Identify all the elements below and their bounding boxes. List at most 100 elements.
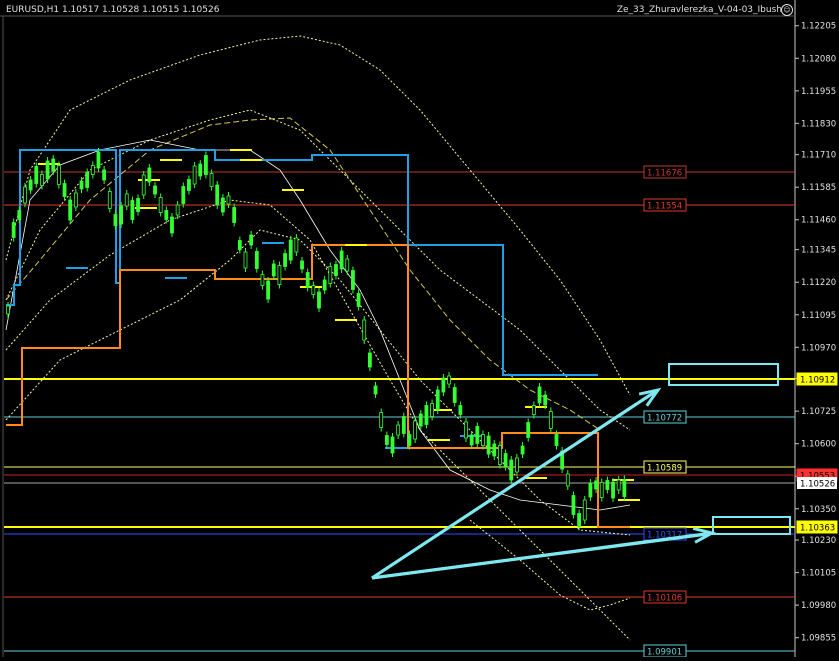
candle-body bbox=[328, 266, 333, 284]
candle-body bbox=[486, 435, 491, 455]
candle-body bbox=[181, 186, 186, 204]
level-label: 1.10912 bbox=[796, 372, 838, 386]
candle-body bbox=[283, 253, 287, 267]
level-label: 1.09901 bbox=[643, 644, 687, 658]
candle-body bbox=[588, 482, 593, 498]
target-box-lower bbox=[712, 516, 791, 535]
level-label-text: 1.10772 bbox=[647, 414, 682, 424]
candle-body bbox=[401, 416, 406, 434]
candle-body bbox=[599, 482, 604, 498]
price-tick-label: 1.09980 bbox=[801, 601, 836, 611]
symbol-info: EURUSD,H1 1.10517 1.10528 1.10515 1.1052… bbox=[6, 5, 220, 15]
candle-body bbox=[526, 422, 531, 438]
candle-body bbox=[390, 436, 395, 454]
candle-body bbox=[237, 240, 242, 250]
candle-body bbox=[481, 434, 485, 446]
candle-body bbox=[447, 375, 451, 385]
candle-body bbox=[119, 205, 123, 225]
candle-body bbox=[345, 258, 350, 272]
candle-body bbox=[124, 193, 129, 207]
candle-body bbox=[311, 285, 316, 295]
price-tick-label: 1.11585 bbox=[801, 183, 836, 193]
candle-body bbox=[51, 158, 56, 172]
price-tick-label: 1.10600 bbox=[801, 440, 836, 450]
candle-body bbox=[28, 179, 33, 191]
candle-body bbox=[622, 479, 627, 497]
candle-body bbox=[164, 210, 169, 220]
candle-body bbox=[73, 192, 78, 208]
price-tick-label: 1.11830 bbox=[801, 119, 836, 129]
level-label: 1.10363 bbox=[796, 520, 838, 534]
candle-body bbox=[243, 251, 248, 269]
candle-body bbox=[192, 165, 197, 185]
candle-body bbox=[458, 405, 463, 415]
candle-body bbox=[11, 222, 16, 238]
current-price-text: 1.10526 bbox=[800, 480, 835, 490]
current-price-marker: 1.10526 bbox=[797, 477, 837, 490]
candle-body bbox=[136, 198, 140, 212]
candle-body bbox=[509, 459, 514, 481]
chart-canvas[interactable]: 1.12205 1.12080 1.11955 1.11830 1.11710 1.115… bbox=[0, 0, 839, 658]
candle-body bbox=[215, 184, 220, 206]
candle-body bbox=[407, 434, 412, 446]
candle-body bbox=[498, 445, 502, 465]
candle-body bbox=[198, 163, 203, 177]
candle-body bbox=[249, 234, 254, 246]
candle-body bbox=[503, 453, 508, 467]
candle-body bbox=[339, 250, 344, 270]
candle-body bbox=[565, 473, 570, 487]
candle-body bbox=[260, 274, 265, 286]
candle-body bbox=[85, 172, 90, 188]
price-chart[interactable]: 1.12205 1.12080 1.11955 1.11830 1.11710 1.115… bbox=[0, 0, 839, 658]
candle-body bbox=[334, 264, 338, 276]
price-tick-label: 1.11220 bbox=[801, 278, 836, 288]
candle-body bbox=[45, 160, 50, 180]
level-label: 1.11554 bbox=[643, 198, 687, 212]
candle-body bbox=[435, 389, 440, 411]
level-label-text: 1.09901 bbox=[647, 648, 682, 658]
arrow-right-shaft bbox=[371, 531, 713, 580]
candle-body bbox=[305, 272, 310, 288]
candle-body bbox=[605, 480, 610, 490]
candle-body bbox=[351, 270, 355, 290]
candle-body bbox=[430, 403, 434, 417]
candle-body bbox=[170, 216, 174, 234]
candle-body bbox=[113, 214, 118, 226]
candle-body bbox=[147, 167, 152, 183]
candle-body bbox=[396, 424, 401, 436]
candle-body bbox=[537, 386, 542, 404]
candle-body bbox=[107, 191, 112, 209]
price-tick-label: 1.10970 bbox=[801, 343, 836, 353]
level-label: 1.10106 bbox=[643, 590, 687, 604]
candle-body bbox=[469, 434, 474, 446]
candle-body bbox=[79, 180, 84, 190]
candle-body bbox=[300, 260, 304, 270]
candle-body bbox=[34, 166, 39, 184]
candle-body bbox=[90, 165, 95, 175]
candle-body bbox=[543, 394, 548, 406]
candle-body bbox=[254, 251, 259, 269]
inner-lower-envelope bbox=[5, 229, 631, 536]
price-tick-label: 1.09855 bbox=[801, 634, 836, 644]
smiley-icon: ☺ bbox=[781, 4, 793, 16]
candle-body bbox=[68, 199, 73, 221]
candle-body bbox=[582, 499, 587, 521]
target-box-upper bbox=[668, 363, 779, 386]
candle-body bbox=[373, 385, 378, 395]
candle-body bbox=[56, 165, 61, 185]
price-tick-label: 1.11710 bbox=[801, 151, 836, 161]
price-tick-label: 1.11460 bbox=[801, 216, 836, 226]
indicator-name: Ze_33_Zhuravlerezka_V-04-03_Ibush bbox=[616, 5, 782, 15]
candle-body bbox=[187, 179, 191, 191]
candle-body bbox=[153, 185, 157, 195]
candle-body bbox=[611, 481, 615, 499]
price-tick-label: 1.12080 bbox=[801, 54, 836, 64]
level-label-text: 1.10589 bbox=[647, 464, 682, 474]
candle-body bbox=[209, 173, 214, 187]
candle-body bbox=[141, 174, 146, 196]
price-tick-label: 1.11345 bbox=[801, 246, 836, 256]
candle-body bbox=[571, 495, 576, 515]
candle-body bbox=[62, 183, 67, 197]
candle-body bbox=[266, 280, 271, 300]
candle-body bbox=[413, 420, 418, 440]
